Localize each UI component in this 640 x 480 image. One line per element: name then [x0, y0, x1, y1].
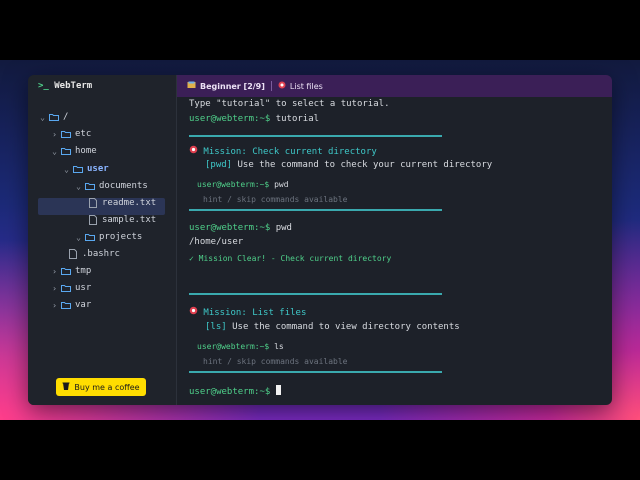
- tree-item-user[interactable]: ⌄ user: [62, 161, 109, 177]
- prompt: user@webterm:~$: [189, 114, 271, 124]
- chevron-right-icon[interactable]: ›: [50, 301, 59, 310]
- chevron-down-icon[interactable]: ⌄: [62, 165, 71, 174]
- coffee-label: Buy me a coffee: [74, 382, 140, 392]
- folder-icon: [59, 147, 73, 155]
- folder-icon: [71, 165, 85, 173]
- webterm-window: >_ WebTerm ⌄ / › etc ⌄ home ⌄ user ⌄ doc…: [28, 75, 612, 405]
- tree-item-label: documents: [99, 181, 148, 191]
- brand-prompt-icon: >_: [38, 81, 49, 91]
- tree-item-label: tmp: [75, 266, 92, 276]
- tree-item-usr[interactable]: › usr: [50, 280, 91, 296]
- file-icon: [66, 249, 80, 259]
- mission-title: Mission: Check current directory: [189, 145, 377, 157]
- divider-line: [189, 135, 442, 137]
- mission-description: [ls] Use the command to view directory c…: [205, 322, 460, 332]
- chevron-right-icon[interactable]: ›: [50, 130, 59, 139]
- chevron-right-icon[interactable]: ›: [50, 267, 59, 276]
- app-brand: >_ WebTerm: [38, 81, 92, 91]
- tree-item-label: .bashrc: [82, 249, 120, 259]
- divider-line: [189, 293, 442, 295]
- chevron-down-icon[interactable]: ⌄: [50, 147, 59, 156]
- mission-command: [pwd]: [205, 160, 233, 170]
- buy-me-a-coffee-button[interactable]: Buy me a coffee: [56, 378, 146, 396]
- folder-icon: [83, 233, 97, 241]
- command-line: user@webterm:~$ tutorial: [189, 114, 319, 124]
- tree-item-sample[interactable]: sample.txt: [86, 212, 156, 228]
- book-icon: [187, 81, 196, 91]
- tree-item-label: usr: [75, 283, 92, 293]
- tutorial-progress-bar: Beginner [2/9] List files: [177, 75, 612, 97]
- mission-title: Mission: List files: [189, 306, 306, 318]
- divider: [270, 81, 272, 91]
- tree-item-label: home: [75, 146, 97, 156]
- tree-item-label: /: [63, 112, 69, 122]
- text-cursor[interactable]: [275, 385, 281, 395]
- tree-item-label: user: [87, 164, 109, 174]
- tutorial-level: Beginner [2/9]: [200, 81, 265, 91]
- example-line: user@webterm:~$ pwd: [197, 180, 289, 189]
- tree-item-home[interactable]: ⌄ home: [50, 143, 97, 159]
- chevron-down-icon[interactable]: ⌄: [38, 113, 47, 122]
- tree-item-documents[interactable]: ⌄ documents: [74, 178, 148, 194]
- target-icon: [189, 306, 198, 318]
- folder-icon: [59, 267, 73, 275]
- target-icon: [278, 81, 286, 91]
- tree-item-label: var: [75, 300, 92, 310]
- file-icon: [86, 198, 100, 208]
- tree-item-projects[interactable]: ⌄ projects: [74, 229, 142, 245]
- divider-line: [189, 209, 442, 211]
- mission-command: [ls]: [205, 322, 227, 332]
- tree-item-var[interactable]: › var: [50, 297, 91, 313]
- chevron-right-icon[interactable]: ›: [50, 284, 59, 293]
- mission-clear-line: ✓ Mission Clear! - Check current directo…: [189, 254, 392, 263]
- chevron-down-icon[interactable]: ⌄: [74, 233, 83, 242]
- hint-line: hint / skip commands available: [203, 357, 348, 366]
- tree-item-label: etc: [75, 129, 92, 139]
- output-line: /home/user: [189, 237, 244, 247]
- folder-icon: [59, 130, 73, 138]
- tree-item-label: projects: [99, 232, 143, 242]
- folder-icon: [59, 284, 73, 292]
- brand-name: WebTerm: [54, 81, 93, 91]
- tree-item-bashrc[interactable]: .bashrc: [66, 246, 120, 262]
- divider-line: [189, 371, 442, 373]
- desktop-background: >_ WebTerm ⌄ / › etc ⌄ home ⌄ user ⌄ doc…: [0, 60, 640, 420]
- tree-item-label: sample.txt: [102, 215, 157, 225]
- tree-item-root[interactable]: ⌄ /: [38, 109, 68, 125]
- tree-item-tmp[interactable]: › tmp: [50, 263, 91, 279]
- current-mission: List files: [289, 81, 323, 91]
- mission-description: [pwd] Use the command to check your curr…: [205, 160, 493, 170]
- tree-item-readme[interactable]: readme.txt: [86, 195, 156, 211]
- file-icon: [86, 215, 100, 225]
- target-icon: [189, 145, 198, 157]
- tree-item-label: readme.txt: [102, 198, 157, 208]
- file-explorer-sidebar: >_ WebTerm ⌄ / › etc ⌄ home ⌄ user ⌄ doc…: [28, 75, 177, 405]
- chevron-down-icon[interactable]: ⌄: [74, 182, 83, 191]
- tree-item-etc[interactable]: › etc: [50, 126, 91, 142]
- coffee-cup-icon: [62, 382, 70, 393]
- command: tutorial: [275, 114, 320, 124]
- hint-line: hint / skip commands available: [203, 195, 348, 204]
- folder-icon: [47, 113, 61, 121]
- active-prompt-line[interactable]: user@webterm:~$: [189, 385, 281, 397]
- terminal-panel[interactable]: Beginner [2/9] List files Type "tutorial…: [177, 75, 612, 405]
- example-line: user@webterm:~$ ls: [197, 342, 284, 351]
- folder-icon: [83, 182, 97, 190]
- command-line: user@webterm:~$ pwd: [189, 223, 292, 233]
- folder-icon: [59, 301, 73, 309]
- intro-line: Type "tutorial" to select a tutorial.: [189, 99, 390, 109]
